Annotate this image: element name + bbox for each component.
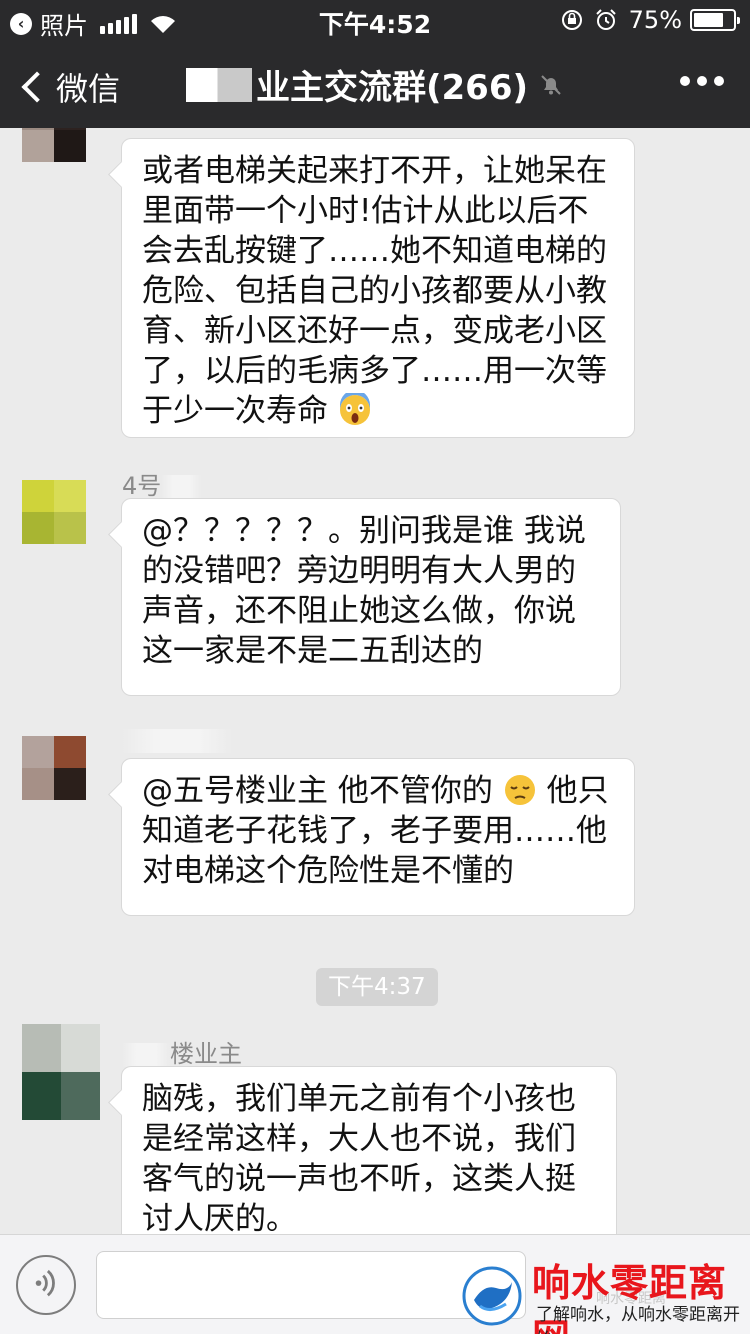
message-text: 或者电梯关起来打不开，让她呆在里面带一个小时!估计从此以后不会去乱按键了……她不… [142, 153, 607, 429]
chat-title-text: 业主交流群(266) [255, 68, 529, 108]
message-bubble[interactable]: @五号楼业主 他不管你的 他只知道老子花钱了，老子要用……他对电梯这个危险性是不… [121, 758, 635, 916]
message-bubble[interactable]: @？？？？？。别问我是谁 我说的没错吧？旁边明明有大人男的声音，还不阻止她这么做… [121, 498, 621, 696]
watermark-subtitle: 了解响水，从响水零距离开始 [536, 1305, 740, 1334]
message-text: @？？？？？。别问我是谁 我说的没错吧？旁边明明有大人男的声音，还不阻止她这么做… [142, 513, 586, 669]
site-watermark: 响水零距离 响水零距离网 了解响水，从响水零距离开始 [458, 1250, 748, 1334]
watermark-logo [462, 1266, 522, 1326]
avatar[interactable] [22, 480, 86, 544]
title-redaction [185, 67, 252, 102]
sender-name [122, 726, 232, 754]
chat-area[interactable]: 或者电梯关起来打不开，让她呆在里面带一个小时!估计从此以后不会去乱按键了……她不… [0, 128, 750, 1234]
timestamp: 下午4:37 [316, 968, 438, 1006]
voice-button[interactable] [16, 1255, 76, 1315]
message-bubble[interactable]: 或者电梯关起来打不开，让她呆在里面带一个小时!估计从此以后不会去乱按键了……她不… [121, 138, 635, 438]
battery-icon [690, 9, 740, 31]
message-bubble[interactable]: 脑残，我们单元之前有个小孩也是经常这样，大人也不说，我们客气的说一声也不听，这类… [121, 1066, 617, 1234]
status-bar: ‹ 照片 下午4:52 75% [0, 0, 750, 40]
battery-percent: 75% [628, 6, 682, 34]
nav-bar: 微信 业主交流群(266) [0, 40, 750, 128]
avatar[interactable] [22, 1024, 100, 1120]
message-text: 脑残，我们单元之前有个小孩也是经常这样，大人也不说，我们客气的说一声也不听，这类… [142, 1081, 576, 1234]
top-bar: ‹ 照片 下午4:52 75% 微信 业主交流群(266) [0, 0, 750, 128]
orientation-lock-icon [561, 10, 582, 30]
alarm-icon [595, 9, 616, 30]
chat-title: 业主交流群(266) [0, 60, 750, 109]
avatar[interactable] [22, 736, 86, 800]
status-right: 75% [561, 6, 740, 34]
screaming-face-icon [339, 393, 370, 425]
avatar[interactable] [22, 128, 86, 162]
sender-name: 楼业主 [122, 1034, 242, 1069]
mute-bell-icon [541, 74, 561, 95]
more-dots-icon[interactable] [673, 76, 724, 86]
voice-icon [35, 1269, 55, 1297]
message-text: @五号楼业主 他不管你的 [142, 773, 493, 809]
sender-name: 4号 [122, 466, 202, 501]
pensive-face-icon [504, 775, 535, 805]
